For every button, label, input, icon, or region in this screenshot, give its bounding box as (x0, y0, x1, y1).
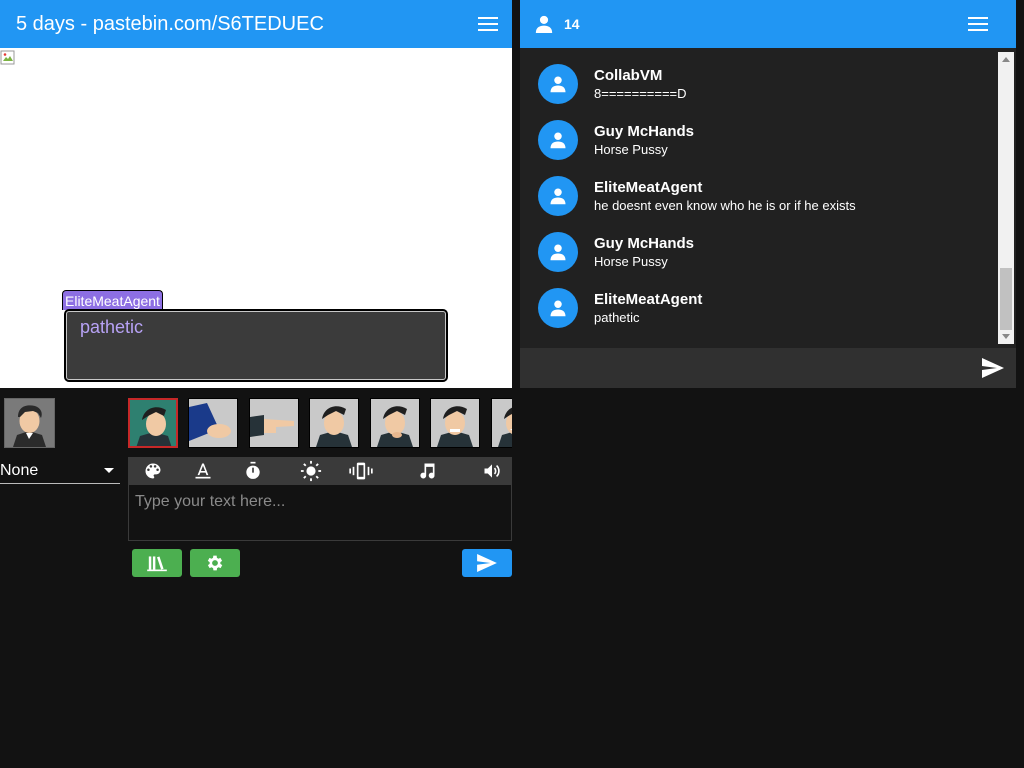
person-icon (550, 76, 566, 93)
viewport-header: 5 days - pastebin.com/S6TEDUEC (0, 0, 512, 48)
avatar (538, 120, 578, 160)
send-icon (477, 554, 497, 572)
text-color-icon (195, 463, 211, 479)
chat-username: CollabVM (594, 67, 663, 84)
vibrate-icon (349, 462, 373, 480)
chat-message-text: Horse Pussy (594, 254, 668, 269)
user-count-value: 14 (564, 16, 580, 32)
chat-message-text: Horse Pussy (594, 142, 668, 157)
chat-input[interactable] (520, 348, 970, 388)
settings-button[interactable] (190, 549, 240, 577)
gear-icon (207, 555, 223, 571)
broken-image-icon (0, 50, 15, 65)
chevron-down-icon (104, 468, 114, 473)
color-button[interactable] (128, 457, 178, 485)
chat-message: Guy McHands Horse Pussy (520, 112, 996, 168)
emote-list (128, 398, 512, 448)
text-color-button[interactable] (178, 457, 228, 485)
library-icon (147, 556, 167, 572)
person-icon (535, 15, 553, 33)
chat-message-text: pathetic (594, 310, 640, 325)
character-icon[interactable] (4, 398, 55, 448)
dialogue-box: pathetic (64, 309, 448, 382)
chat-message: Guy McHands Horse Pussy (520, 224, 996, 280)
person-icon (550, 244, 566, 261)
dialogue-text: pathetic (80, 317, 144, 337)
send-icon (982, 358, 1004, 378)
avatar (538, 176, 578, 216)
flash-button[interactable] (278, 457, 344, 485)
emote-1[interactable] (128, 398, 178, 448)
emote-portrait-icon (130, 400, 176, 446)
person-icon (550, 188, 566, 205)
person-icon (550, 132, 566, 149)
music-note-icon (420, 463, 435, 479)
palette-icon (145, 463, 161, 479)
chat-username: Guy McHands (594, 123, 695, 140)
emote-2[interactable] (188, 398, 239, 448)
emote-portrait-icon (310, 399, 359, 447)
chat-header: 14 (520, 0, 1016, 48)
character-dropdown[interactable]: None (0, 458, 120, 484)
chat-username: EliteMeatAgent (594, 291, 703, 308)
hamburger-menu-icon (968, 17, 988, 31)
message-text-input[interactable] (128, 485, 512, 541)
emote-3[interactable] (248, 398, 299, 448)
chat-message-text: he doesnt even know who he is or if he e… (594, 198, 856, 213)
emote-portrait-icon (431, 399, 480, 447)
chat-message: EliteMeatAgent pathetic (520, 280, 996, 336)
emote-6[interactable] (430, 398, 481, 448)
library-button[interactable] (132, 549, 182, 577)
scroll-up-icon[interactable] (1002, 57, 1010, 62)
shake-button[interactable] (344, 457, 378, 485)
emote-portrait-icon (491, 399, 512, 447)
scroll-thumb[interactable] (1000, 268, 1012, 330)
emote-pointing-icon (249, 399, 298, 447)
emote-hands-icon (189, 399, 238, 447)
chat-send-button[interactable] (980, 356, 1006, 380)
scroll-down-icon[interactable] (1002, 334, 1010, 339)
person-icon (550, 300, 566, 317)
avatar (538, 288, 578, 328)
avatar (538, 232, 578, 272)
chat-message-text: 8==========D (594, 86, 687, 101)
music-button[interactable] (378, 457, 476, 485)
chat-menu-button[interactable] (954, 0, 1002, 48)
court-viewport: EliteMeatAgent pathetic (0, 48, 512, 388)
emote-portrait-icon (370, 399, 419, 447)
chat-input-bar (520, 348, 1016, 388)
character-dropdown-value: None (0, 461, 39, 479)
room-title: 5 days - pastebin.com/S6TEDUEC (16, 12, 324, 35)
chat-message-list: CollabVM 8==========D Guy McHands Horse … (520, 56, 996, 336)
volume-icon (484, 464, 500, 478)
chat-message: EliteMeatAgent he doesnt even know who h… (520, 168, 996, 224)
timer-icon (246, 461, 260, 479)
user-count[interactable]: 14 (520, 15, 954, 33)
character-portrait-icon (5, 399, 54, 447)
volume-button[interactable] (478, 457, 506, 485)
brightness-icon (300, 460, 322, 482)
hamburger-menu-icon (478, 17, 498, 31)
emote-5[interactable] (369, 398, 420, 448)
chat-log: CollabVM 8==========D Guy McHands Horse … (520, 48, 1016, 348)
speaker-nameplate: EliteMeatAgent (62, 290, 163, 310)
left-menu-button[interactable] (464, 0, 512, 48)
emote-4[interactable] (309, 398, 360, 448)
chat-username: Guy McHands (594, 235, 695, 252)
emote-7[interactable] (490, 398, 512, 448)
message-toolbar (128, 457, 512, 485)
chat-message: CollabVM 8==========D (520, 56, 996, 112)
avatar (538, 64, 578, 104)
timer-button[interactable] (228, 457, 278, 485)
chat-username: EliteMeatAgent (594, 179, 703, 196)
chat-scrollbar[interactable] (998, 52, 1014, 344)
send-ic-button[interactable] (462, 549, 512, 577)
